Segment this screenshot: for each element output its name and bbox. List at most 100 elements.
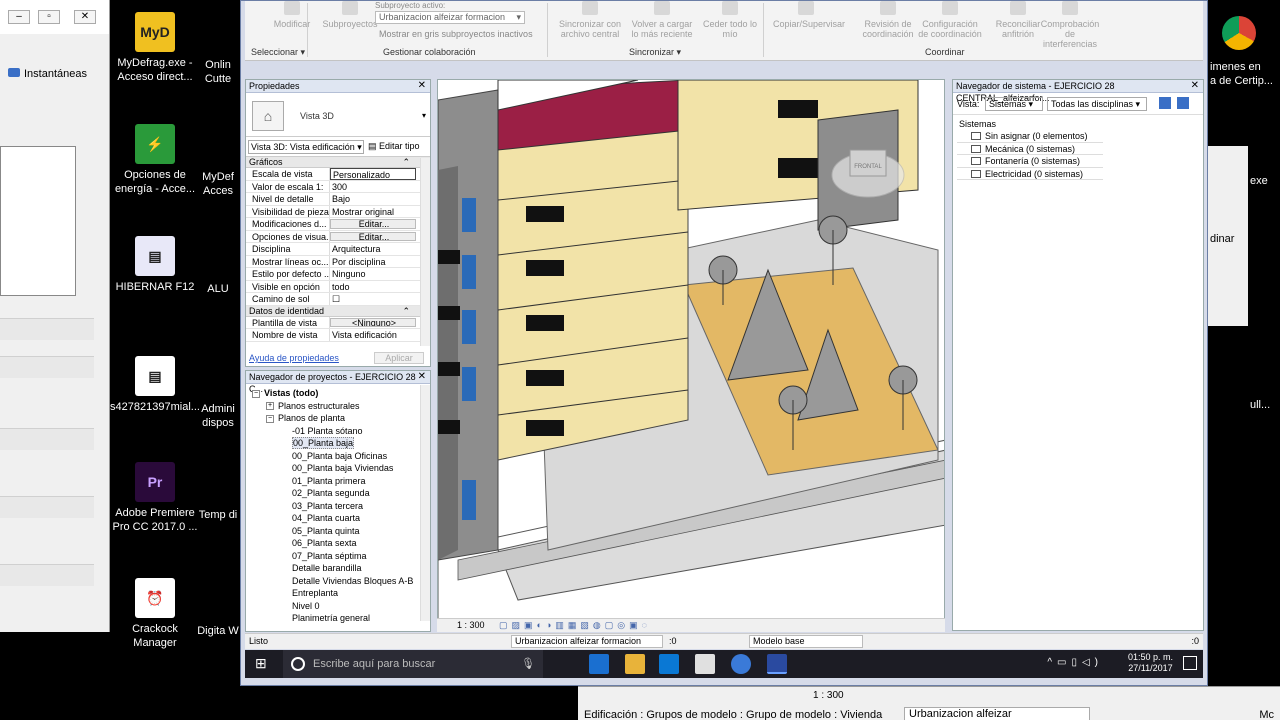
tree-item[interactable]: Nivel 0 bbox=[246, 600, 430, 613]
column-settings-icon[interactable] bbox=[1159, 97, 1171, 109]
store-icon[interactable] bbox=[659, 654, 679, 674]
system-tray-icons[interactable]: ^▭▯◁) bbox=[1047, 657, 1103, 668]
close-icon[interactable]: ✕ bbox=[1191, 80, 1199, 92]
active-subproject-dropdown[interactable]: Urbanizacion alfeizar formacion ▾ bbox=[375, 11, 525, 24]
desktop-icon[interactable]: ⏰ Crackock Manager bbox=[110, 578, 200, 650]
ribbon-button[interactable]: Sincronizar con archivo central bbox=[557, 1, 623, 39]
type-selector[interactable]: ⌂ Vista 3D ▾ bbox=[246, 93, 430, 137]
tree-item[interactable]: Detalle Viviendas Bloques A-B bbox=[246, 575, 430, 588]
view-control-icons[interactable]: ▢▨▣◐◑▥▦▧◍▢◎▣◌ bbox=[499, 619, 651, 632]
tree-item[interactable]: 04_Planta cuarta bbox=[246, 512, 430, 525]
mail-icon[interactable] bbox=[695, 654, 715, 674]
property-value[interactable]: Arquitectura bbox=[330, 243, 416, 255]
system-row[interactable]: Electricidad (0 sistemas) bbox=[957, 168, 1103, 180]
ribbon-button[interactable]: Modificar bbox=[259, 1, 325, 29]
desktop-icon[interactable]: MyD MyDefrag.exe - Acceso direct... bbox=[110, 12, 200, 84]
revit-icon[interactable] bbox=[767, 654, 787, 674]
microphone-icon[interactable]: 🎙 bbox=[521, 650, 535, 678]
tree-item[interactable]: + Planos estructurales bbox=[246, 400, 430, 413]
property-value[interactable]: Ninguno bbox=[330, 268, 416, 280]
desktop-icon[interactable]: Digita W bbox=[196, 624, 240, 638]
taskbar-search[interactable]: Escribe aquí para buscar 🎙 bbox=[283, 650, 543, 678]
view-scale[interactable]: 1 : 300 bbox=[457, 619, 485, 632]
windows-start-icon[interactable]: ⊞ bbox=[255, 656, 269, 670]
app-icon[interactable] bbox=[731, 654, 751, 674]
property-value[interactable]: Editar... bbox=[330, 219, 416, 229]
property-value[interactable]: Mostrar original bbox=[330, 206, 416, 218]
collapse-icon[interactable]: − bbox=[252, 389, 260, 398]
design-option-dropdown[interactable]: Modelo base bbox=[749, 635, 863, 648]
status-workset-dropdown[interactable]: Urbanizacion alfeizar formacion bbox=[511, 635, 663, 648]
apply-button[interactable]: Aplicar bbox=[374, 352, 424, 364]
property-value[interactable]: 300 bbox=[330, 181, 416, 193]
desktop-icon[interactable]: ALU bbox=[196, 282, 240, 296]
ribbon-button[interactable]: Volver a cargar lo más reciente bbox=[629, 1, 695, 39]
tree-item[interactable]: 01_Planta primera bbox=[246, 475, 430, 488]
property-value[interactable]: Por disciplina bbox=[330, 256, 416, 268]
collapse-icon[interactable]: ⌃ bbox=[402, 157, 410, 167]
ribbon-button[interactable]: Comprobación de interferencias bbox=[1037, 1, 1103, 49]
chrome-icon[interactable] bbox=[1222, 16, 1256, 50]
maximize-icon[interactable]: ▫ bbox=[38, 10, 60, 24]
tree-item[interactable]: − Planos de planta bbox=[246, 412, 430, 425]
tree-item[interactable]: 00_Planta baja Viviendas bbox=[246, 462, 430, 475]
property-value[interactable]: <Ninguno> bbox=[330, 317, 416, 327]
desktop-icon[interactable]: Admini dispos bbox=[196, 402, 240, 430]
3d-viewport[interactable]: FRONTAL bbox=[437, 79, 945, 631]
collapse-icon[interactable]: ⌃ bbox=[402, 306, 410, 316]
tree-item[interactable]: 03_Planta tercera bbox=[246, 500, 430, 513]
tree-item[interactable]: 00_Planta baja Oficinas bbox=[246, 450, 430, 463]
desktop-icon[interactable]: Onlin Cutte bbox=[196, 58, 240, 86]
ribbon-button[interactable]: Subproyectos bbox=[317, 1, 383, 29]
minimize-icon[interactable]: – bbox=[8, 10, 30, 24]
grey-inactive-toggle[interactable]: Mostrar en gris subproyectos inactivos bbox=[379, 29, 533, 39]
desktop-icon[interactable]: Pr Adobe Premiere Pro CC 2017.0 ... bbox=[110, 462, 200, 534]
discipline-dropdown[interactable]: Todas las disciplinas ▾ bbox=[1047, 97, 1147, 111]
desktop-icon[interactable]: ▤ s427821397mial... bbox=[110, 356, 200, 414]
autofit-icon[interactable] bbox=[1177, 97, 1189, 109]
property-value[interactable]: Bajo bbox=[330, 193, 416, 205]
edge-icon[interactable] bbox=[589, 654, 609, 674]
group-sync[interactable]: Sincronizar ▾ bbox=[629, 47, 681, 58]
close-icon[interactable]: ✕ bbox=[74, 10, 96, 24]
group-select[interactable]: Seleccionar ▾ bbox=[251, 47, 305, 58]
ribbon-button[interactable]: Configuración de coordinación bbox=[917, 1, 983, 39]
system-view-dropdown[interactable]: Sistemas ▾ bbox=[985, 97, 1043, 111]
system-row[interactable]: Fontanería (0 sistemas) bbox=[957, 155, 1103, 168]
system-row[interactable]: Sin asignar (0 elementos) bbox=[957, 130, 1103, 143]
close-icon[interactable]: ✕ bbox=[418, 371, 426, 383]
properties-scrollbar[interactable] bbox=[420, 158, 430, 346]
properties-section-header[interactable]: Gráficos ⌃ bbox=[246, 157, 430, 168]
ribbon-button[interactable]: Ceder todo lo mío bbox=[697, 1, 763, 39]
tree-item[interactable]: 07_Planta séptima bbox=[246, 550, 430, 563]
tree-item[interactable]: 05_Planta quinta bbox=[246, 525, 430, 538]
ribbon-button[interactable]: Copiar/Supervisar bbox=[773, 1, 845, 29]
taskbar-clock[interactable]: 01:50 p. m. 27/11/2017 bbox=[1128, 652, 1173, 674]
close-icon[interactable]: ✕ bbox=[418, 80, 426, 92]
desktop-icon[interactable]: ⚡ Opciones de energía - Acce... bbox=[110, 124, 200, 196]
bottom-workset-dropdown[interactable]: Urbanizacion alfeizar bbox=[904, 707, 1090, 720]
tree-item[interactable]: 06_Planta sexta bbox=[246, 537, 430, 550]
property-value[interactable]: Vista edificación bbox=[330, 329, 416, 341]
system-row[interactable]: Mecánica (0 sistemas) bbox=[957, 143, 1103, 155]
property-value[interactable]: Personalizado bbox=[330, 168, 416, 180]
property-value[interactable]: ☐ bbox=[330, 293, 416, 305]
desktop-icon[interactable]: Temp di bbox=[196, 508, 240, 522]
window-thumbnail[interactable] bbox=[0, 146, 76, 296]
tree-item[interactable]: − Vistas (todo) bbox=[246, 387, 430, 400]
view-instance-dropdown[interactable]: Vista 3D: Vista edificación ▾ bbox=[248, 140, 364, 154]
property-value[interactable]: todo bbox=[330, 281, 416, 293]
notifications-icon[interactable] bbox=[1183, 656, 1197, 670]
tree-item[interactable]: 00_Planta baja bbox=[246, 437, 430, 450]
snapshots-item[interactable]: Instantáneas bbox=[8, 68, 87, 80]
tree-item[interactable]: Entreplanta bbox=[246, 587, 430, 600]
tree-item[interactable]: Detalle barandilla bbox=[246, 562, 430, 575]
desktop-icon[interactable]: ▤ HIBERNAR F12 bbox=[110, 236, 200, 294]
expand-icon[interactable]: − bbox=[266, 414, 274, 423]
properties-help-link[interactable]: Ayuda de propiedades bbox=[249, 353, 339, 363]
tree-item[interactable]: 02_Planta segunda bbox=[246, 487, 430, 500]
edit-type-button[interactable]: ▤ Editar tipo bbox=[368, 141, 420, 152]
tree-item[interactable]: -01 Planta sótano bbox=[246, 425, 430, 438]
properties-section-header[interactable]: Datos de identidad ⌃ bbox=[246, 305, 430, 317]
ribbon-button[interactable]: Revisión de coordinación bbox=[855, 1, 921, 39]
